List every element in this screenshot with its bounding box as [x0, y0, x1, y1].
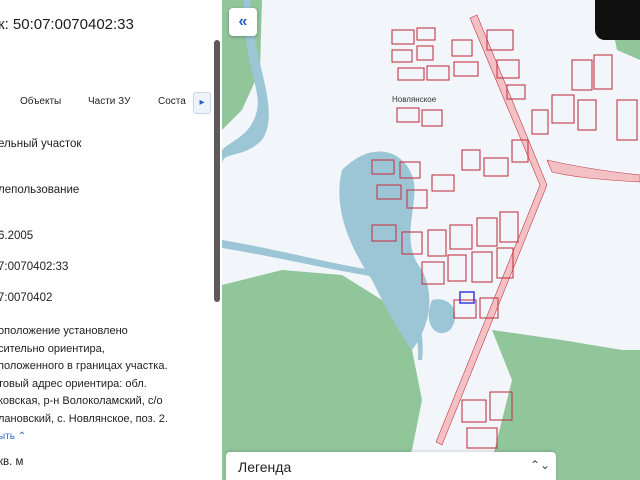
land-parcel: [483, 157, 509, 177]
field-usage: лепользование: [0, 184, 80, 196]
collapse-panel-button[interactable]: «: [229, 8, 257, 36]
land-parcel: [476, 217, 498, 247]
land-parcel: [486, 29, 514, 51]
field-quarter: 7:0070402: [0, 292, 53, 304]
land-parcel: [397, 67, 425, 81]
land-parcel: [391, 29, 415, 45]
collapse-address-link[interactable]: ыть ⌃: [0, 431, 26, 442]
panel-scrollbar[interactable]: [214, 40, 220, 302]
map-view[interactable]: Новлянское « Легенда ⌃⌄: [222, 0, 640, 480]
land-parcel: [426, 65, 450, 81]
land-parcel: [416, 27, 436, 41]
land-parcel: [391, 49, 413, 63]
selected-parcel: [459, 291, 475, 304]
parcel-title: к: 50:07:0070402:33: [0, 16, 134, 33]
chevron-right-icon: ▸: [199, 97, 205, 108]
land-parcel: [461, 149, 481, 171]
tab-objects[interactable]: Объекты: [20, 96, 61, 107]
legend-bar[interactable]: Легенда ⌃⌄: [226, 452, 556, 480]
land-parcel: [499, 211, 519, 243]
device-corner: [595, 0, 640, 40]
address-line: сительно ориентира,: [0, 342, 105, 355]
tab-composition[interactable]: Соста: [158, 96, 186, 107]
info-panel: к: 50:07:0070402:33 Объекты Части ЗУ Сос…: [0, 0, 222, 480]
land-parcel: [421, 109, 443, 127]
field-area: кв. м: [0, 456, 24, 468]
land-parcel: [449, 224, 473, 250]
land-parcel: [431, 174, 455, 192]
field-cadastral-number: 7:0070402:33: [0, 261, 69, 273]
map-canvas[interactable]: [222, 0, 640, 480]
land-parcel: [471, 251, 493, 283]
land-parcel: [461, 399, 487, 423]
address-line: ковская, р-н Волоколамский, с/о: [0, 395, 163, 407]
land-parcel: [551, 94, 575, 124]
land-parcel: [593, 54, 613, 90]
road: [546, 159, 640, 183]
double-chevron-left-icon: «: [238, 13, 248, 30]
address-line: оположение установлено: [0, 325, 128, 337]
pond: [428, 299, 456, 334]
land-parcel: [427, 229, 447, 257]
field-type: ельный участок: [0, 138, 82, 150]
village-label: Новлянское: [392, 95, 437, 104]
address-line: лановский, с. Новлянское, поз. 2.: [0, 412, 168, 425]
field-date: 6.2005: [0, 230, 34, 242]
land-parcel: [531, 109, 549, 135]
tabs-next-button[interactable]: ▸: [193, 92, 211, 114]
field-address: оположение установлено сительно ориентир…: [0, 323, 168, 428]
land-parcel: [396, 107, 420, 123]
land-parcel: [451, 39, 473, 57]
tab-parts[interactable]: Части ЗУ: [88, 96, 130, 107]
land-parcel: [577, 99, 597, 131]
tab-bar: Объекты Части ЗУ Соста ▸: [0, 92, 220, 114]
land-parcel: [616, 99, 638, 141]
legend-label: Легенда: [238, 459, 292, 475]
land-parcel: [416, 45, 434, 61]
address-line: положенного в границах участка.: [0, 360, 168, 372]
chevron-updown-icon: ⌃⌄: [530, 458, 551, 472]
address-line: товый адрес ориентира: обл.: [0, 377, 147, 390]
land-parcel: [571, 59, 593, 91]
land-parcel: [466, 427, 498, 449]
land-parcel: [453, 61, 479, 77]
land-parcel: [447, 254, 467, 282]
